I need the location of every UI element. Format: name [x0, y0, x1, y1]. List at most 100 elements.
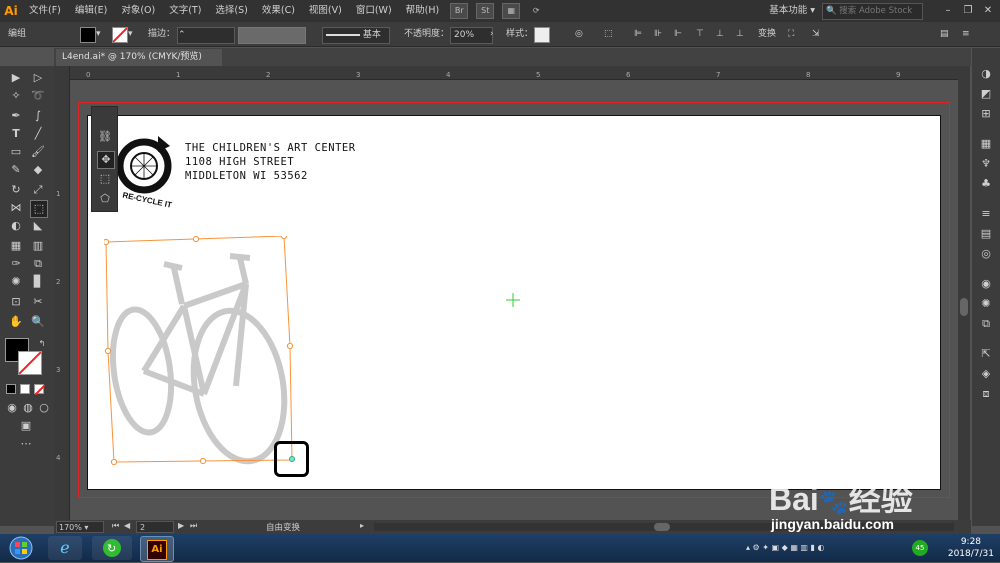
graphic-style-swatch[interactable] — [534, 27, 550, 43]
start-button[interactable] — [4, 536, 38, 560]
stock-button[interactable]: St — [476, 3, 495, 19]
fill-swatch[interactable] — [80, 27, 96, 43]
stroke-panel-icon[interactable]: ≡ — [978, 206, 994, 222]
align-top-icon[interactable]: ⊤ — [696, 27, 704, 42]
scale-tool-icon[interactable]: ⤢ — [30, 182, 46, 198]
gradient-panel-icon[interactable]: ▤ — [978, 226, 994, 242]
maximize-icon[interactable]: ❐ — [960, 3, 976, 18]
first-artboard-icon[interactable]: ⏮ — [112, 521, 119, 531]
bridge-button[interactable]: Br — [450, 3, 469, 19]
appearance-icon[interactable]: ◉ — [978, 276, 994, 292]
vertical-scrollbar[interactable] — [958, 66, 970, 520]
align-bottom-icon[interactable]: ⊥ — [736, 27, 744, 42]
stroke-color-box[interactable] — [18, 351, 42, 375]
rotate-tool-icon[interactable]: ↻ — [8, 182, 24, 198]
width-tool-icon[interactable]: ⋈ — [8, 200, 24, 216]
eraser-icon[interactable]: ◆ — [30, 162, 46, 178]
shape-builder-icon[interactable]: ◐ — [8, 218, 24, 234]
graphic-styles-icon[interactable]: ✺ — [978, 296, 994, 312]
stroke-swatch[interactable] — [112, 27, 128, 43]
swatches-icon[interactable]: ▦ — [978, 136, 994, 152]
horizontal-ruler[interactable]: 0 1 2 3 4 5 6 7 8 9 — [70, 66, 970, 80]
workspace-switcher[interactable]: 基本功能 ▾ — [769, 2, 815, 20]
artboards-icon[interactable]: ⧈ — [978, 386, 994, 402]
menu-help[interactable]: 帮助(H) — [399, 0, 447, 22]
menu-file[interactable]: 文件(F) — [22, 0, 68, 22]
layers-icon[interactable]: ◈ — [978, 366, 994, 382]
perspective-grid-icon[interactable]: ◣ — [30, 218, 46, 234]
type-tool-icon[interactable]: T — [8, 126, 24, 142]
panel-menu-icon[interactable]: ▤ — [940, 27, 949, 42]
status-menu-icon[interactable]: ▸ — [360, 521, 364, 530]
screen-mode-icon[interactable]: ▣ — [18, 418, 34, 434]
graph-tool-icon[interactable]: ▊ — [30, 274, 46, 290]
align-to-icon[interactable]: ⬚ — [604, 27, 613, 42]
draw-behind-icon[interactable]: ◍ — [20, 400, 36, 416]
align-left-icon[interactable]: ⊫ — [634, 27, 642, 42]
minimize-icon[interactable]: – — [940, 3, 956, 18]
none-mode-icon[interactable] — [34, 384, 46, 396]
zoom-field[interactable]: 170% ▾ — [56, 521, 104, 533]
blend-tool-icon[interactable]: ⧉ — [30, 256, 46, 272]
slice-tool-icon[interactable]: ✂ — [30, 294, 46, 310]
draw-normal-icon[interactable]: ◉ — [4, 400, 20, 416]
arrange-documents-icon[interactable]: ▦ — [502, 3, 521, 19]
hand-tool-icon[interactable]: ✋ — [8, 314, 24, 330]
mesh-tool-icon[interactable]: ▦ — [8, 238, 24, 254]
canvas[interactable]: RE-CYCLE IT THE CHILDREN'S ART CENTER 11… — [70, 80, 970, 520]
brush-definition[interactable]: 基本 — [322, 27, 390, 44]
more-options-icon[interactable]: ⇲ — [812, 27, 820, 42]
menu-view[interactable]: 视图(V) — [302, 0, 349, 22]
brushes-icon[interactable]: ♆ — [978, 156, 994, 172]
line-tool-icon[interactable]: ╱ — [30, 126, 46, 142]
opacity-field[interactable]: 20% — [450, 27, 493, 44]
transform-link[interactable]: 变换 — [758, 27, 776, 42]
asset-export-icon[interactable]: ⧉ — [978, 316, 994, 332]
document-tab[interactable]: L4end.ai* @ 170% (CMYK/预览) × — [56, 49, 222, 79]
free-distort-icon[interactable]: ⬠ — [97, 191, 113, 207]
menu-type[interactable]: 文字(T) — [162, 0, 208, 22]
scroll-thumb[interactable] — [960, 298, 968, 316]
artboard-tool-icon[interactable]: ⊡ — [8, 294, 24, 310]
draw-inside-icon[interactable]: ○ — [36, 400, 52, 416]
align-right-icon[interactable]: ⊩ — [674, 27, 682, 42]
shaper-tool-icon[interactable]: ✎ — [8, 162, 24, 178]
address-line-3[interactable]: MIDDLETON WI 53562 — [185, 170, 308, 182]
gradient-tool-icon[interactable]: ▥ — [30, 238, 46, 254]
symbol-sprayer-icon[interactable]: ✺ — [8, 274, 24, 290]
paintbrush-icon[interactable]: 🖌 — [30, 144, 46, 160]
eyedropper-icon[interactable]: ✑ — [8, 256, 24, 272]
menu-select[interactable]: 选择(S) — [208, 0, 254, 22]
ie-taskbar-icon[interactable]: ℯ — [48, 536, 82, 560]
bicycle-image[interactable] — [104, 236, 330, 468]
illustrator-taskbar-button[interactable]: Ai — [140, 536, 174, 562]
perspective-distort-icon[interactable]: ⬚ — [97, 171, 113, 187]
direct-selection-tool-icon[interactable]: ▷ — [30, 70, 46, 86]
color-mode-icon[interactable] — [6, 384, 16, 394]
h-scroll-thumb[interactable] — [654, 523, 670, 531]
fill-dropdown-icon[interactable]: ▾ — [96, 27, 101, 42]
gradient-mode-icon[interactable] — [20, 384, 30, 394]
menu-object[interactable]: 对象(O) — [114, 0, 162, 22]
color-guide-icon[interactable]: ◩ — [978, 86, 994, 102]
close-window-icon[interactable]: ✕ — [980, 3, 996, 18]
stroke-weight-field[interactable]: ⌃ — [177, 27, 235, 44]
export-icon[interactable]: ⇱ — [978, 346, 994, 362]
address-line-2[interactable]: 1108 HIGH STREET — [185, 156, 294, 168]
transparency-icon[interactable]: ◎ — [978, 246, 994, 262]
menu-effect[interactable]: 效果(C) — [255, 0, 302, 22]
curvature-tool-icon[interactable]: ∫ — [30, 108, 46, 124]
constrain-icon[interactable]: ⛓ — [97, 129, 113, 145]
align-middle-icon[interactable]: ⊥ — [716, 27, 724, 42]
color-panel-icon[interactable]: ◑ — [978, 66, 994, 82]
zoom-tool-icon[interactable]: 🔍 — [30, 314, 46, 330]
pen-tool-icon[interactable]: ✒ — [8, 108, 24, 124]
variable-width-profile[interactable] — [238, 27, 306, 44]
symbols-icon[interactable]: ♣ — [978, 176, 994, 192]
selection-tool-icon[interactable]: ▶ — [8, 70, 24, 86]
sync-taskbar-icon[interactable]: ↻ — [92, 536, 132, 560]
globe-icon[interactable]: ◎ — [575, 27, 583, 42]
swap-colors-icon[interactable]: ↰ — [34, 336, 50, 352]
edit-toolbar-icon[interactable]: ⋯ — [18, 436, 34, 452]
clock[interactable]: 9:28 2018/7/31 — [948, 536, 994, 560]
